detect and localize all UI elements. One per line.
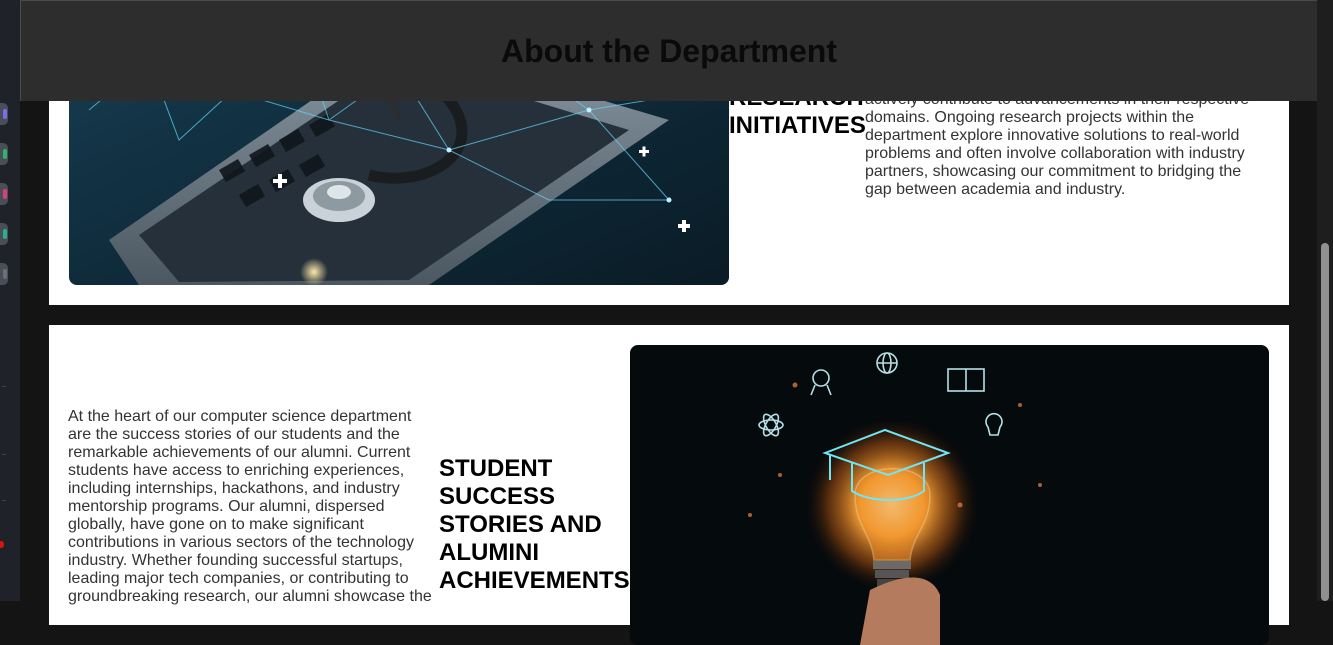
strip-divider: [2, 386, 6, 387]
notification-dot: [0, 541, 4, 548]
strip-button-dark[interactable]: [0, 263, 8, 285]
strip-button-teal[interactable]: [0, 223, 8, 245]
student-success-card: At the heart of our computer science dep…: [49, 325, 1289, 645]
strip-divider: [2, 454, 6, 455]
strip-divider: [2, 500, 6, 501]
research-description: actively contribute to advancements in t…: [865, 91, 1249, 198]
student-success-description: At the heart of our computer science dep…: [68, 408, 432, 605]
strip-button-green[interactable]: [0, 143, 8, 165]
side-app-strip: [0, 0, 20, 601]
strip-button-purple[interactable]: [0, 103, 8, 125]
scrollbar-thumb[interactable]: [1321, 243, 1329, 601]
page-header: About the Department: [20, 0, 1317, 101]
page-title: About the Department: [501, 33, 837, 69]
student-success-heading: STUDENT SUCCESS STORIES AND ALUMINI ACHI…: [439, 455, 630, 594]
strip-button-pink[interactable]: [0, 183, 8, 205]
page-scrollbar[interactable]: [1317, 0, 1333, 601]
student-success-image: [630, 345, 1269, 645]
